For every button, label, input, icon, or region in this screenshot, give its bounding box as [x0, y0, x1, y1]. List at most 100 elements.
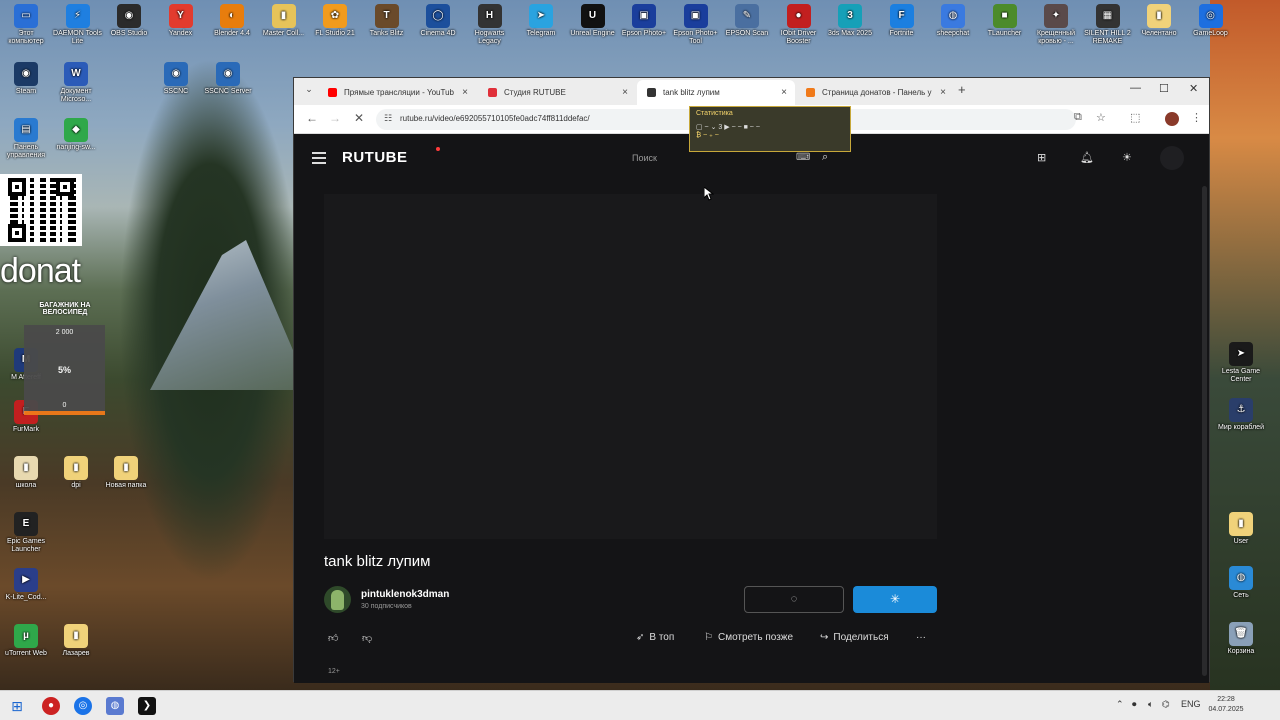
desktop-icon-left-8[interactable]: ▮ школа — [0, 456, 52, 490]
desktop-icon-top-21[interactable]: ▦ SILENT HILL 2 REMAKE — [1082, 4, 1134, 46]
desktop-icon-left-9[interactable]: ▮ dpi — [50, 456, 102, 490]
desktop-icon-top-13[interactable]: ▣ Epson Photo+ Tool — [670, 4, 722, 46]
tray-clock[interactable]: 22:28 04.07.2025 — [1196, 695, 1256, 715]
desktop-app-icon: ▮ — [14, 456, 38, 480]
desktop-icon-top-16[interactable]: 3 3ds Max 2025 — [824, 4, 876, 38]
desktop-icon-top-15[interactable]: ● IObit Driver Booster — [773, 4, 825, 46]
browser-tab-1[interactable]: Студия RUTUBE × — [478, 80, 636, 105]
taskbar-app-red-icon[interactable]: ● — [42, 697, 60, 715]
desktop-icon-left-1[interactable]: W Документ Microso... — [50, 62, 102, 104]
minimize-button[interactable]: — — [1130, 82, 1141, 94]
desktop-icon-top-17[interactable]: F Fortnite — [876, 4, 928, 38]
install-app-icon[interactable]: ⧉ — [1074, 111, 1082, 124]
tab-search-icon[interactable]: ⌄ — [302, 84, 316, 98]
tray-volume-icon[interactable]: 🔈︎ — [1148, 699, 1153, 710]
dislike-icon[interactable]: 👎︎ — [362, 632, 372, 644]
desktop-icon-top-8[interactable]: ◯ Cinema 4D — [412, 4, 464, 38]
browser-tab-0[interactable]: Прямые трансляции - YouTub × — [318, 80, 476, 105]
page-scrollbar[interactable] — [1202, 186, 1207, 676]
desktop-icon-top-23[interactable]: ◎ GameLoop — [1185, 4, 1237, 38]
desktop-icon-top-7[interactable]: T Tanks Blitz — [361, 4, 413, 38]
desktop-icon-left-13[interactable]: µ uTorrent Web — [0, 624, 52, 658]
channel-avatar[interactable] — [324, 586, 351, 613]
share-button[interactable]: ↪ Поделиться — [820, 632, 889, 643]
site-info-icon[interactable]: ☷ — [384, 113, 392, 124]
desktop-icon-label: Документ Microso... — [60, 88, 92, 103]
desktop-icon-top-3[interactable]: Y Yandex — [155, 4, 207, 38]
desktop-icon-left-12[interactable]: ▶ K-Lite_Cod... — [0, 568, 52, 602]
search-icon[interactable]: ⌕ — [822, 151, 828, 164]
video-player[interactable] — [324, 194, 937, 539]
taskbar-app-icon[interactable]: ◍ — [106, 697, 124, 715]
desktop-icon-top-14[interactable]: ✎ EPSON Scan — [721, 4, 773, 38]
upload-icon[interactable]: ⊞ — [1037, 151, 1046, 164]
desktop-icon-top-6[interactable]: ✿ FL Studio 21 — [309, 4, 361, 38]
tab-close-icon[interactable]: × — [781, 80, 787, 105]
desktop-icon-left-14[interactable]: ▮ Лазарев — [50, 624, 102, 658]
stats-title: Статистика — [696, 110, 733, 117]
maximize-button[interactable]: ☐ — [1159, 82, 1169, 95]
desktop-icon-top-12[interactable]: ▣ Epson Photo+ — [618, 4, 670, 38]
desktop-icon-top-0[interactable]: ▭ Этот компьютер — [0, 4, 52, 46]
desktop-icon-right-2[interactable]: ▮ User — [1215, 512, 1267, 546]
desktop-icon-top-4[interactable]: ◐ Blender 4.4 — [206, 4, 258, 38]
desktop-icon-top-20[interactable]: ✦ Крещенный кровью - ... — [1030, 4, 1082, 46]
menu-icon[interactable] — [312, 152, 326, 164]
desktop-icon-left-4[interactable]: ▤ Панель управления — [0, 118, 52, 160]
top-button[interactable]: ➶ В топ — [636, 632, 674, 643]
desktop-icon-top-9[interactable]: H Hogwarts Legacy — [464, 4, 516, 46]
bookmark-star-icon[interactable]: ☆ — [1096, 111, 1106, 124]
user-avatar[interactable] — [1160, 146, 1184, 170]
more-actions-button[interactable]: ··· — [916, 632, 926, 643]
watch-later-button[interactable]: ⚐ Смотреть позже — [704, 632, 793, 643]
desktop-icon-top-5[interactable]: ▮ Master Coll... — [258, 4, 310, 38]
desktop-icon-left-11[interactable]: E Epic Games Launcher — [0, 512, 52, 554]
tab-close-icon[interactable]: × — [462, 80, 468, 105]
channel-name[interactable]: pintuklenok3dman — [361, 589, 449, 600]
tray-up-arrow-icon[interactable]: ⌃ — [1116, 699, 1124, 710]
taskbar-chrome-icon[interactable]: ◎ — [74, 697, 92, 715]
like-icon[interactable]: 👍︎ — [328, 632, 338, 644]
desktop-icon-right-1[interactable]: ⚓ Мир кораблей — [1215, 398, 1267, 432]
browser-menu-icon[interactable]: ⋮ — [1191, 111, 1202, 124]
theme-sun-icon[interactable]: ☀ — [1122, 151, 1132, 164]
profile-avatar[interactable] — [1165, 112, 1179, 126]
desktop-icon-top-22[interactable]: ▮ Челентано — [1133, 4, 1185, 38]
extensions-icon[interactable]: ⬚ — [1130, 111, 1140, 124]
desktop-icon-top-19[interactable]: ■ TLauncher — [979, 4, 1031, 38]
desktop-app-icon: ⚡ — [65, 4, 90, 28]
tray-network-icon[interactable]: ⌬ — [1162, 699, 1170, 710]
forward-icon[interactable]: → — [329, 111, 341, 125]
bell-icon[interactable]: 🔔︎ — [1080, 151, 1094, 164]
stop-loading-icon[interactable]: ✕ — [354, 111, 364, 125]
desktop-icon-right-0[interactable]: ➤ Lesta Game Center — [1215, 342, 1267, 384]
new-tab-button[interactable]: + — [958, 82, 966, 97]
tab-close-icon[interactable]: × — [622, 80, 628, 105]
close-window-button[interactable]: ✕ — [1189, 82, 1198, 95]
desktop-icon-top-2[interactable]: ◉ OBS Studio — [103, 4, 155, 38]
rutube-logo[interactable]: RUTUBE — [342, 149, 408, 166]
desktop-icon-left-3[interactable]: ◉ SSCNC Server — [202, 62, 254, 96]
tray-mic-icon[interactable]: ⏺ — [1132, 699, 1137, 710]
desktop-icon-left-0[interactable]: ◉ Steam — [0, 62, 52, 96]
start-windows-icon[interactable]: ⊞ — [8, 697, 26, 715]
desktop-icon-top-11[interactable]: U Unreal Engine — [567, 4, 619, 38]
desktop-icon-label: TLauncher — [987, 30, 1022, 37]
goal-current: 0 — [62, 402, 67, 409]
browser-tab-2[interactable]: tank blitz лупим × — [637, 80, 795, 105]
desktop-icon-top-10[interactable]: ➤ Telegram — [515, 4, 567, 38]
back-icon[interactable]: ← — [306, 111, 318, 125]
loading-button[interactable]: ◌ — [744, 586, 844, 613]
desktop-icon-top-18[interactable]: ◍ sheepchat — [927, 4, 979, 38]
desktop-icon-top-1[interactable]: ⚡ DAEMON Tools Lite — [52, 4, 104, 46]
browser-tab-3[interactable]: Страница донатов - Панель у × — [796, 80, 954, 105]
desktop-icon-right-4[interactable]: 🗑 Корзина — [1215, 622, 1267, 656]
tab-close-icon[interactable]: × — [940, 80, 946, 105]
desktop-icon-left-10[interactable]: ▮ Новая папка — [100, 456, 152, 490]
taskbar-terminal-icon[interactable]: ❯ — [138, 697, 156, 715]
desktop-icon-left-5[interactable]: ◆ nanjing-sw... — [50, 118, 102, 152]
desktop-icon-left-2[interactable]: ◉ SSCNC — [150, 62, 202, 96]
desktop-icon-right-3[interactable]: ◍ Сеть — [1215, 566, 1267, 600]
keyboard-icon[interactable]: ⌨ — [796, 152, 810, 163]
subscribe-button[interactable]: ✳ — [853, 586, 937, 613]
